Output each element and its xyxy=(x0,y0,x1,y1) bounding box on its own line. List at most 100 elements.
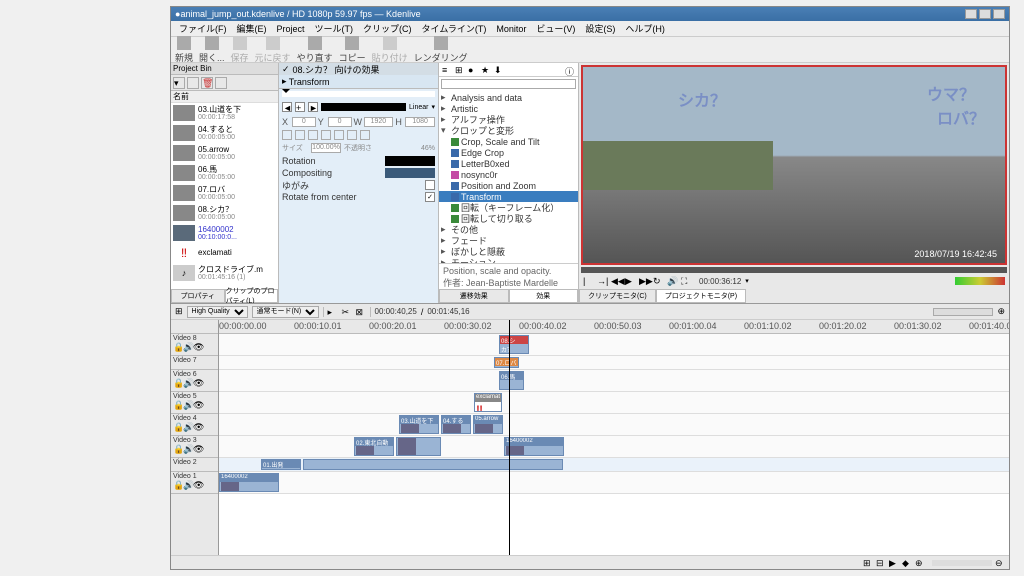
kf-prev-button[interactable]: ◄ xyxy=(282,102,292,112)
tree-effect[interactable]: Crop, Scale and Tilt xyxy=(439,136,578,147)
lock-icon[interactable]: 🔒 xyxy=(173,422,181,430)
timeline-track[interactable]: 07.ロバ xyxy=(219,356,1009,370)
keyframe-ruler[interactable] xyxy=(282,91,435,97)
menu-project[interactable]: Project xyxy=(273,24,309,34)
menu-settings[interactable]: 設定(S) xyxy=(581,22,619,35)
track-header[interactable]: Video 6🔒🔊👁 xyxy=(171,370,218,392)
tab-effect[interactable]: 効果 xyxy=(509,289,579,303)
zoom-slider[interactable] xyxy=(933,308,993,316)
fx-dl-icon[interactable]: ⬇ xyxy=(494,65,504,75)
distortion-check[interactable] xyxy=(425,180,435,190)
tag-button[interactable] xyxy=(215,77,227,89)
tree-category[interactable]: ▸Analysis and data xyxy=(439,92,578,103)
timeline-clip[interactable]: 04.する xyxy=(441,415,471,434)
effect-tree[interactable]: ▸Analysis and data ▸Artistic ▸アルファ操作 ▾クロ… xyxy=(439,91,578,263)
mute-icon[interactable]: 🔊 xyxy=(183,400,191,408)
compositing-select[interactable] xyxy=(385,168,435,178)
fx-list-icon[interactable]: ≡ xyxy=(442,65,452,75)
bin-item[interactable]: 07.ロバ00:00:05:00 xyxy=(171,183,278,203)
tl-btn[interactable]: ⊕ xyxy=(915,558,925,568)
tab-clip-properties[interactable]: クリップのプロパティ(L) xyxy=(225,289,279,303)
speaker-icon[interactable]: 🔊 xyxy=(667,276,677,286)
close-button[interactable] xyxy=(993,9,1005,19)
paste-button[interactable]: 貼り付け xyxy=(372,36,408,64)
bin-name-column[interactable]: 名前 xyxy=(171,91,278,103)
lock-icon[interactable]: 🔒 xyxy=(173,480,181,488)
timeline-clip[interactable]: 07.ロバ xyxy=(494,357,519,368)
playhead[interactable] xyxy=(509,320,510,555)
timeline-tracks[interactable]: 00:00:00.00 00:00:10.01 00:00:20.01 00:0… xyxy=(219,320,1009,555)
tree-effect[interactable]: Edge Crop xyxy=(439,147,578,158)
menu-help[interactable]: ヘルプ(H) xyxy=(621,22,669,35)
quality-select[interactable]: High Quality xyxy=(187,306,248,318)
forward-button[interactable]: ▶▶ xyxy=(639,276,649,286)
tree-effect[interactable]: Position and Zoom xyxy=(439,180,578,191)
new-button[interactable]: 新規 xyxy=(175,36,193,64)
timeline-clip[interactable]: 03.山道を下 xyxy=(399,415,439,434)
timeline-track[interactable]: exclamat‼ xyxy=(219,392,1009,414)
timeline-clip[interactable]: 08.シカ？ xyxy=(499,335,529,354)
hide-icon[interactable]: 👁 xyxy=(193,444,201,452)
fx-star-icon[interactable]: ★ xyxy=(481,65,491,75)
menu-timeline[interactable]: タイムライン(T) xyxy=(418,22,491,35)
tab-project-monitor[interactable]: プロジェクトモニタ(P) xyxy=(656,289,746,303)
hide-icon[interactable]: 👁 xyxy=(193,422,201,430)
save-button[interactable]: 保存 xyxy=(231,36,249,64)
size-input[interactable]: 100.00% xyxy=(311,143,341,153)
timeline-track[interactable]: 03.山道を下 04.する 05.arrow xyxy=(219,414,1009,436)
zone-out-button[interactable]: →| xyxy=(597,276,607,286)
timeline-clip[interactable]: 06.馬 xyxy=(499,371,524,390)
align-button[interactable] xyxy=(295,130,305,140)
razor-tool[interactable]: ✂ xyxy=(342,307,352,317)
play-button[interactable]: ▶ xyxy=(625,276,635,286)
hide-icon[interactable]: 👁 xyxy=(193,342,201,350)
menu-tool[interactable]: ツール(T) xyxy=(311,22,358,35)
timeline-clip[interactable] xyxy=(396,437,441,456)
timeline-track[interactable]: 16400002 xyxy=(219,472,1009,494)
align-button[interactable] xyxy=(360,130,370,140)
rewind-button[interactable]: ◀◀ xyxy=(611,276,621,286)
track-header[interactable]: Video 4🔒🔊👁 xyxy=(171,414,218,436)
add-clip-button[interactable]: ▾ xyxy=(173,77,185,89)
zone-in-button[interactable]: |← xyxy=(583,276,593,286)
fx-info-icon[interactable]: ⓘ xyxy=(565,65,575,75)
mute-icon[interactable]: 🔊 xyxy=(183,378,191,386)
w-input[interactable]: 1920 xyxy=(364,117,394,127)
hide-icon[interactable]: 👁 xyxy=(193,400,201,408)
menu-file[interactable]: ファイル(F) xyxy=(175,22,231,35)
fx-search-input[interactable] xyxy=(441,79,576,89)
tree-category[interactable]: ▾クロップと変形 xyxy=(439,125,578,136)
timeline-clip[interactable]: 16400002 xyxy=(219,473,279,492)
delete-button[interactable]: 🗑 xyxy=(201,77,213,89)
cursor-tool[interactable]: ▸ xyxy=(328,307,338,317)
tl-btn[interactable]: ◆ xyxy=(902,558,912,568)
timeline-clip[interactable]: 02.東北自動 xyxy=(354,437,394,456)
hide-icon[interactable]: 👁 xyxy=(193,378,201,386)
kf-next-button[interactable]: ► xyxy=(308,102,318,112)
menu-clip[interactable]: クリップ(C) xyxy=(359,22,416,35)
rotate-center-check[interactable]: ✓ xyxy=(425,192,435,202)
track-header[interactable]: Video 1🔒🔊👁 xyxy=(171,472,218,494)
monitor-video[interactable]: シカ？ ウマ？ ロバ？ 2018/07/19 16:42:45 xyxy=(581,65,1007,265)
copy-button[interactable]: コピー xyxy=(339,36,366,64)
lock-icon[interactable]: 🔒 xyxy=(173,342,181,350)
maximize-button[interactable] xyxy=(979,9,991,19)
h-input[interactable]: 1080 xyxy=(405,117,435,127)
lock-icon[interactable]: 🔒 xyxy=(173,444,181,452)
tab-properties[interactable]: プロパティ xyxy=(171,289,225,303)
align-button[interactable] xyxy=(347,130,357,140)
track-header[interactable]: Video 2 xyxy=(171,458,218,472)
track-header[interactable]: Video 3🔒🔊👁 xyxy=(171,436,218,458)
mute-icon[interactable]: 🔊 xyxy=(183,480,191,488)
menu-view[interactable]: ビュー(V) xyxy=(532,22,579,35)
undo-button[interactable]: 元に戻す xyxy=(255,36,291,64)
x-input[interactable]: 0 xyxy=(292,117,316,127)
tree-effect[interactable]: LetterB0xed xyxy=(439,158,578,169)
timeline-zoom-slider[interactable] xyxy=(932,560,992,566)
bin-item[interactable]: 1640000200:10:00:0... xyxy=(171,223,278,243)
open-button[interactable]: 開く... xyxy=(199,36,225,64)
align-button[interactable] xyxy=(321,130,331,140)
bin-item[interactable]: 04.すると00:00:05:00 xyxy=(171,123,278,143)
timeline-clip[interactable]: exclamat‼ xyxy=(474,393,502,412)
timeline-ruler[interactable]: 00:00:00.00 00:00:10.01 00:00:20.01 00:0… xyxy=(219,320,1009,334)
